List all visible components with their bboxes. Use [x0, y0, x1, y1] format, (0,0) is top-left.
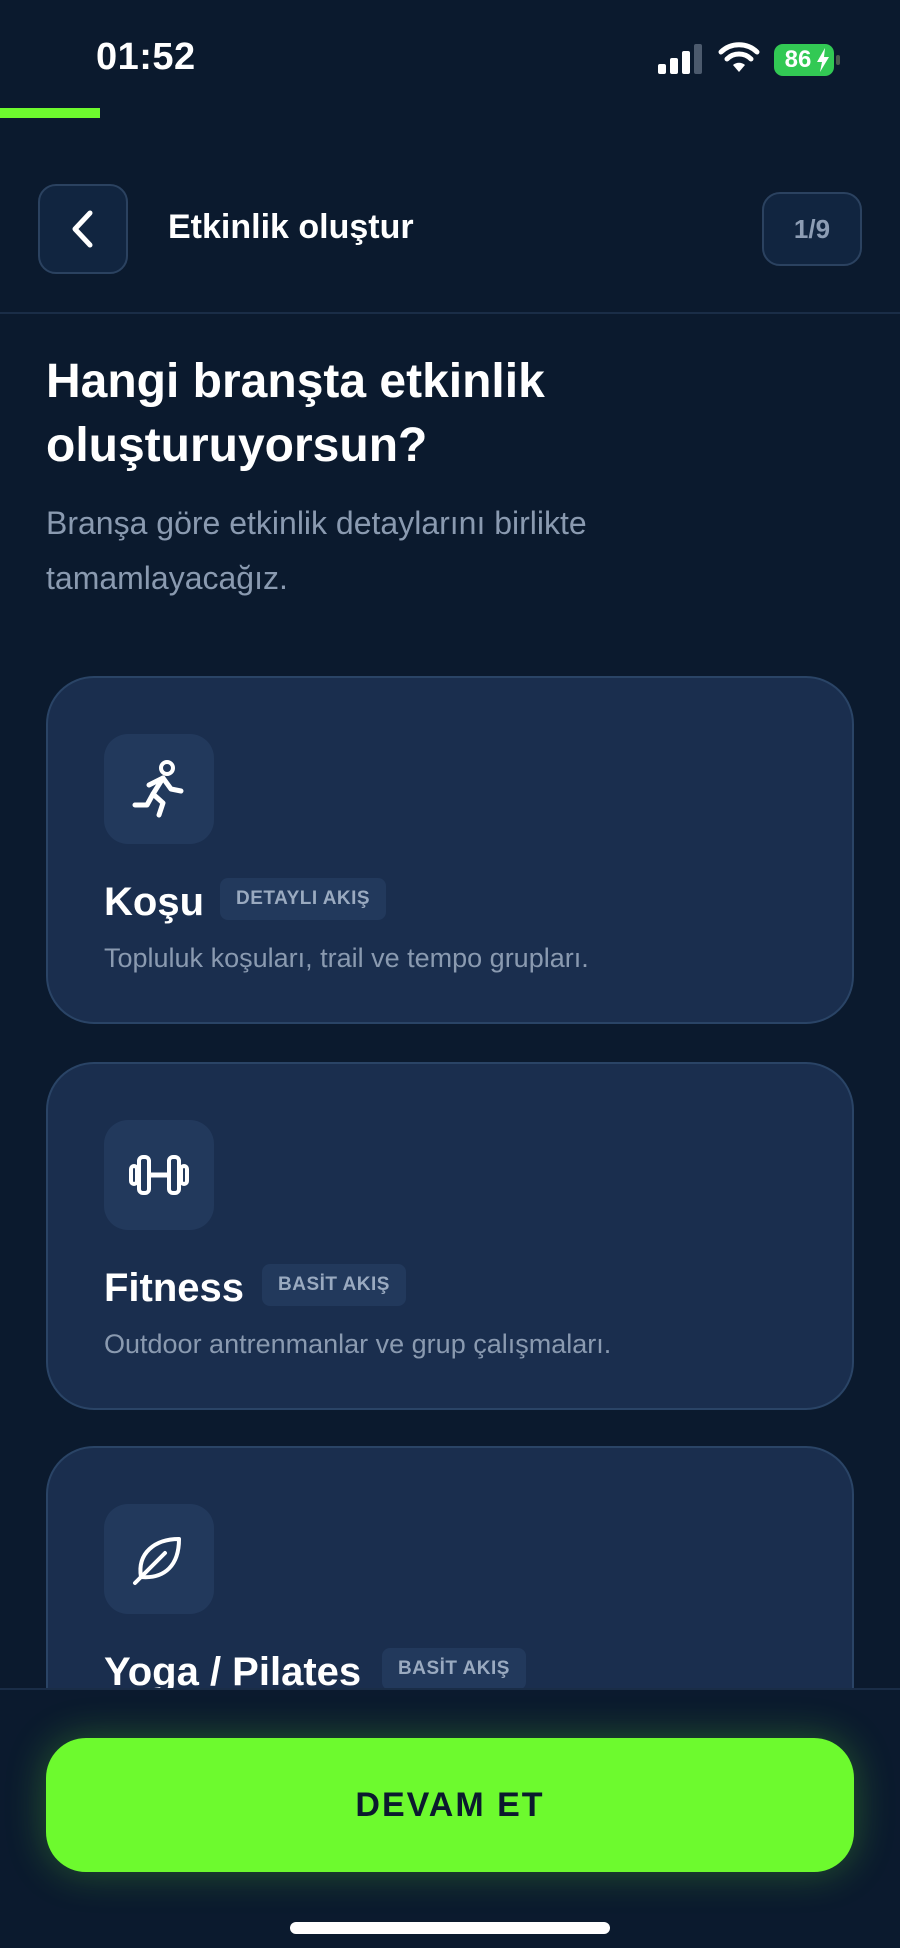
home-indicator — [290, 1922, 610, 1934]
chevron-left-icon — [72, 210, 93, 248]
flow-badge: BASİT AKIŞ — [382, 1648, 526, 1690]
card-title: Fitness — [104, 1266, 245, 1310]
status-bar: 01:52 86 — [0, 0, 900, 110]
battery-percent: 86 — [784, 46, 812, 73]
step-counter: 1/9 — [762, 192, 862, 266]
card-description: Topluluk koşuları, trail ve tempo grupla… — [104, 943, 589, 973]
question-subtitle: Branşa göre etkinlik detaylarını birlikt… — [46, 505, 587, 596]
back-button[interactable] — [38, 184, 128, 274]
wifi-icon — [718, 42, 760, 72]
header: Etkinlik oluştur 1/9 — [0, 180, 900, 276]
battery-icon: 86 — [774, 44, 840, 76]
footer: DEVAM ET — [0, 1688, 900, 1948]
flow-badge: DETAYLI AKIŞ — [220, 878, 387, 920]
leaf-icon — [133, 1537, 181, 1585]
header-divider — [0, 312, 900, 314]
page-title: Etkinlik oluştur — [168, 208, 414, 246]
card-icon-box — [104, 734, 214, 844]
sport-card-fitness[interactable]: Fitness BASİT AKIŞ Outdoor antrenmanlar … — [46, 1062, 854, 1410]
running-person-icon — [132, 760, 184, 818]
cellular-signal-icon — [658, 44, 702, 74]
card-icon-box — [104, 1120, 214, 1230]
flow-badge: BASİT AKIŞ — [262, 1264, 406, 1306]
charging-bolt-icon — [817, 48, 829, 72]
card-icon-box — [104, 1504, 214, 1614]
card-title: Koşu — [104, 880, 204, 924]
dumbbell-icon — [129, 1155, 189, 1195]
progress-fill — [0, 108, 100, 118]
progress-bar — [0, 108, 900, 118]
status-time: 01:52 — [96, 36, 196, 78]
question-heading: Hangi branşta etkinlik oluşturuyorsun? — [46, 355, 545, 472]
continue-button[interactable]: DEVAM ET — [46, 1738, 854, 1872]
card-description: Outdoor antrenmanlar ve grup çalışmaları… — [104, 1329, 612, 1359]
sport-card-kosu[interactable]: Koşu DETAYLI AKIŞ Topluluk koşuları, tra… — [46, 676, 854, 1024]
